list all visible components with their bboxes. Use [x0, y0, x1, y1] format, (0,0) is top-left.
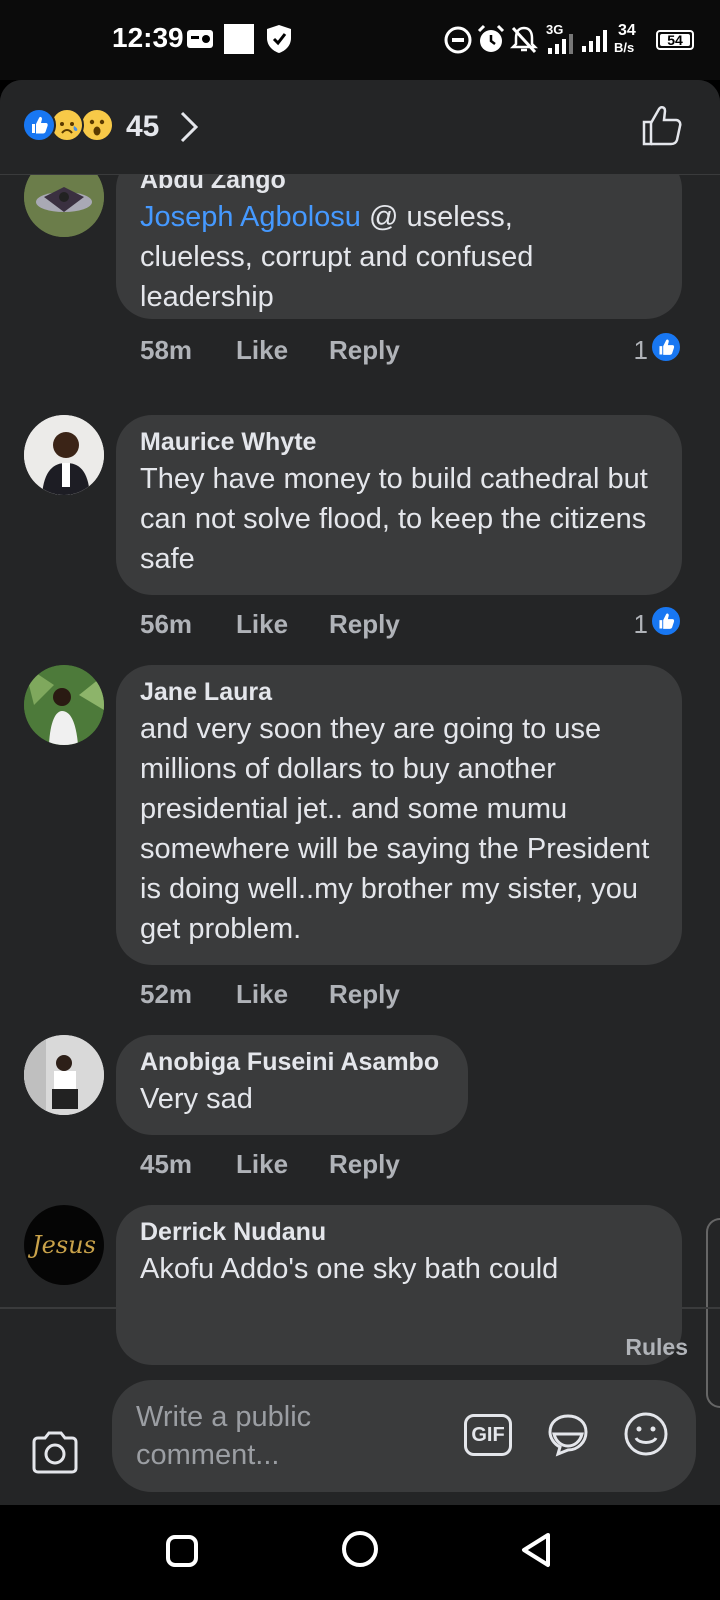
- gif-label: GIF: [464, 1414, 512, 1456]
- comment-like-count[interactable]: 1: [634, 609, 648, 640]
- gif-button[interactable]: GIF: [464, 1414, 512, 1456]
- comment-like-count[interactable]: 1: [634, 335, 648, 366]
- like-badge-icon: [650, 331, 682, 363]
- system-nav-bar: [0, 1505, 720, 1600]
- avatar[interactable]: Jesus: [24, 1205, 104, 1285]
- footer-divider: [0, 1307, 720, 1309]
- comment-text: and very soon they are going to use mill…: [140, 713, 650, 945]
- comment-mention[interactable]: Joseph Agbolosu: [140, 201, 361, 233]
- comment-time: 52m: [140, 979, 193, 1009]
- alarm-icon: [477, 24, 505, 52]
- recents-button-icon[interactable]: [164, 1533, 200, 1569]
- comment-list[interactable]: Abdu Zango Joseph Agbolosu @ useless, clu…: [0, 175, 720, 1387]
- like-badge-icon: [650, 605, 682, 637]
- comment-bubble[interactable]: Abdu Zango Joseph Agbolosu @ useless, clu…: [116, 175, 682, 319]
- home-button-icon[interactable]: [340, 1529, 380, 1569]
- comment-composer[interactable]: Write a public comment... GIF: [112, 1380, 696, 1492]
- like-button[interactable]: Like: [236, 609, 288, 640]
- reply-button[interactable]: Reply: [329, 1149, 400, 1180]
- square-notification-icon: [224, 24, 254, 54]
- comment-time: 45m: [140, 1149, 193, 1179]
- reply-button[interactable]: Reply: [329, 335, 400, 366]
- avatar[interactable]: [24, 1035, 104, 1115]
- comment-author[interactable]: Abdu Zango: [140, 175, 658, 195]
- network-speed: 34: [618, 22, 636, 39]
- reply-button[interactable]: Reply: [329, 979, 400, 1010]
- battery-icon: 54: [656, 30, 694, 50]
- comment-author[interactable]: Maurice Whyte: [140, 427, 658, 457]
- signal-icon: [548, 34, 573, 54]
- comment-time: 58m: [140, 335, 193, 365]
- like-reaction-icon: [22, 108, 56, 142]
- comment-text: They have money to build cathedral but c…: [140, 463, 648, 575]
- scrollbar[interactable]: [706, 1218, 720, 1408]
- reactions-header[interactable]: 45: [0, 80, 720, 175]
- comment-author[interactable]: Derrick Nudanu: [140, 1217, 658, 1247]
- reply-button[interactable]: Reply: [329, 609, 400, 640]
- avatar[interactable]: [24, 175, 104, 237]
- avatar[interactable]: [24, 665, 104, 745]
- status-time: 12:39: [112, 22, 184, 53]
- rules-link[interactable]: Rules: [625, 1334, 688, 1361]
- network-speed-unit: B/s: [614, 40, 635, 55]
- comment-bubble[interactable]: Anobiga Fuseini Asambo Very sad: [116, 1035, 468, 1135]
- emoji-icon[interactable]: [622, 1410, 670, 1458]
- reaction-count[interactable]: 45: [126, 110, 159, 144]
- wow-reaction-icon: [80, 108, 114, 142]
- comment-bubble[interactable]: Derrick Nudanu Akofu Addo's one sky bath…: [116, 1205, 682, 1365]
- avatar[interactable]: [24, 415, 104, 495]
- battery-level: 54: [667, 32, 683, 48]
- comment-author[interactable]: Anobiga Fuseini Asambo: [140, 1047, 444, 1077]
- comment-text: Joseph Agbolosu @ useless, clueless, corr…: [140, 197, 658, 317]
- comments-panel: 45 Abdu Zango Joseph Agbolosu @ useless,…: [0, 80, 720, 1505]
- comment-text-line: @ useless,: [360, 201, 513, 233]
- avatar-lettering: Jesus: [32, 1231, 96, 1259]
- comment-time: 56m: [140, 609, 193, 639]
- comment-bubble[interactable]: Maurice Whyte They have money to build c…: [116, 415, 682, 595]
- sticker-icon[interactable]: [544, 1410, 592, 1458]
- comment-text: Akofu Addo's one sky bath could: [140, 1253, 559, 1285]
- comment-author[interactable]: Jane Laura: [140, 677, 658, 707]
- camera-icon[interactable]: [30, 1430, 80, 1476]
- signal-2-icon: [582, 30, 607, 52]
- back-button-icon[interactable]: [518, 1531, 554, 1569]
- like-outline-icon[interactable]: [640, 104, 684, 148]
- like-button[interactable]: Like: [236, 335, 288, 366]
- composer-placeholder[interactable]: Write a public comment...: [136, 1398, 376, 1474]
- comment-bubble[interactable]: Jane Laura and very soon they are going …: [116, 665, 682, 965]
- shield-icon: [267, 25, 291, 53]
- do-not-disturb-icon: [444, 26, 472, 54]
- like-button[interactable]: Like: [236, 979, 288, 1010]
- status-bar: 12:39 3G 34 B/s 54: [0, 0, 720, 80]
- notifications-off-icon: [510, 26, 538, 54]
- chevron-right-icon[interactable]: [178, 110, 202, 144]
- like-button[interactable]: Like: [236, 1149, 288, 1180]
- comment-text-rest: clueless, corrupt and confused leadershi…: [140, 241, 534, 313]
- comment-text: Very sad: [140, 1083, 253, 1115]
- radio-icon: [187, 30, 213, 48]
